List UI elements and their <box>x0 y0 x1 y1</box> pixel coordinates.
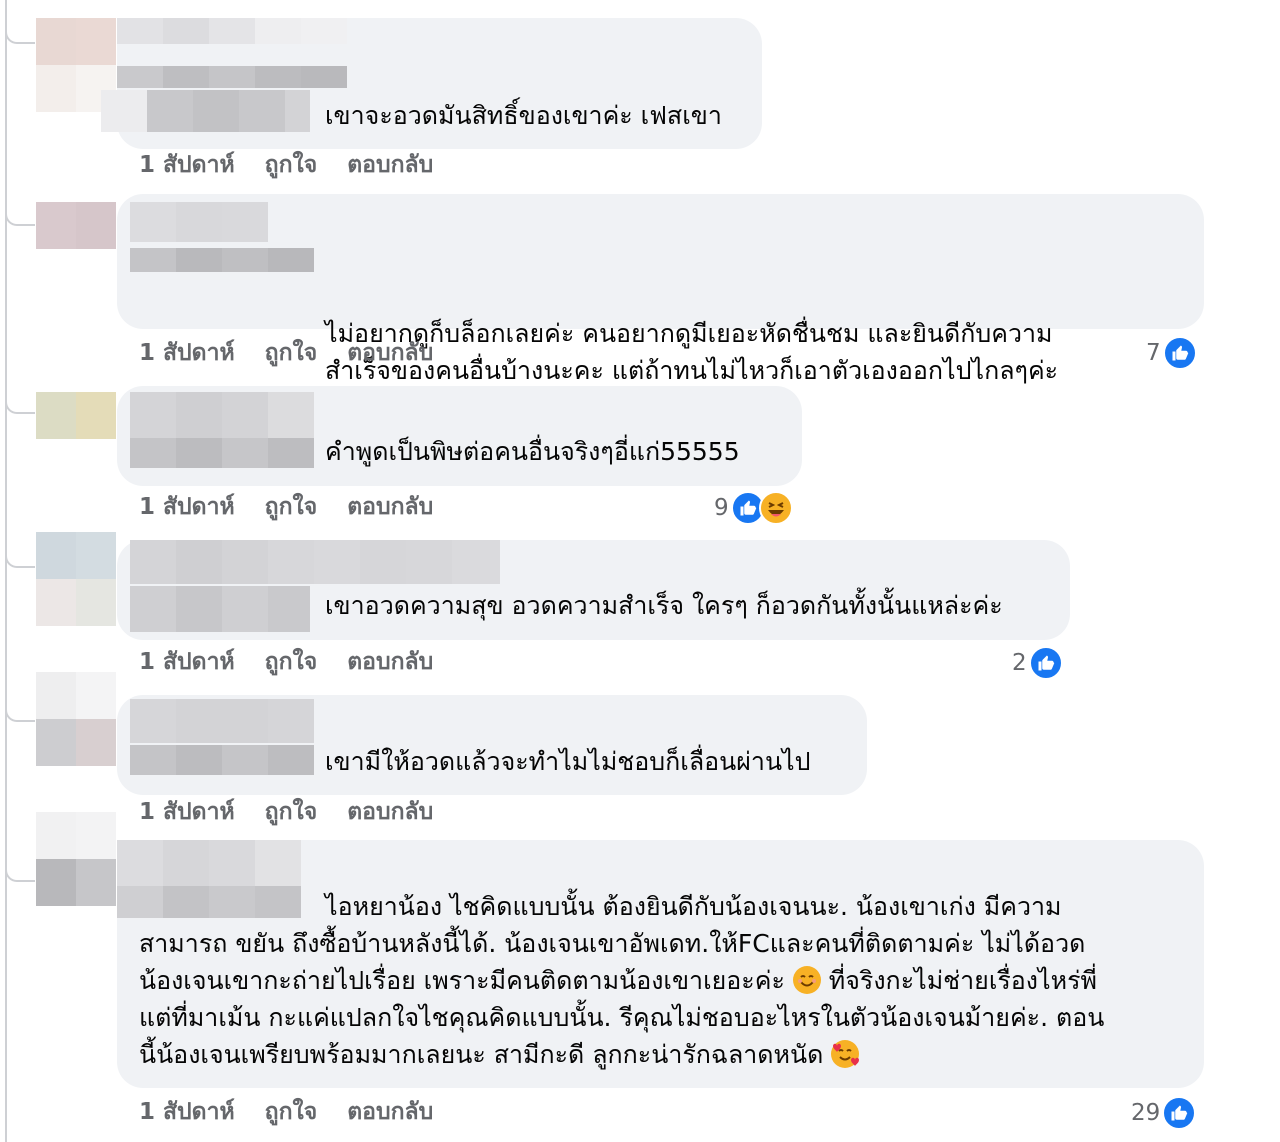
comment-text-segment: น้องเจนเขากะถ่ายไปเรื่อย เพราะมีคนติดตาม… <box>139 966 793 995</box>
comment-text: เขาอวดความสุข อวดความสำเร็จ ใครๆ ก็อวดกั… <box>325 591 1003 620</box>
comment-actions: 1 สัปดาห์ ถูกใจ ตอบกลับ <box>139 647 433 677</box>
comment-thread: เขาจะอวดมันสิทธิ์ของเขาค่ะ เฟสเขา 1 สัปด… <box>0 0 1280 1142</box>
comment-actions: 1 สัปดาห์ ถูกใจ ตอบกลับ <box>139 150 433 180</box>
like-icon <box>1028 646 1063 680</box>
smiling-face-icon <box>792 966 821 994</box>
text-blurred <box>101 90 310 132</box>
timestamp[interactable]: 1 สัปดาห์ <box>139 1097 235 1127</box>
avatar[interactable] <box>36 202 116 249</box>
author-name-blurred[interactable] <box>130 202 268 242</box>
reply-button[interactable]: ตอบกลับ <box>347 492 433 522</box>
comment-bubble: ไอหยาน้อง ไชคิดแบบนั้น ต้องยินดีกับน้องเ… <box>117 840 1204 1088</box>
author-name-blurred[interactable] <box>117 18 347 44</box>
comment-bubble: ไม่อยากดูก็บล็อกเลยค่ะ คนอยากดูมีเยอะหัด… <box>117 194 1204 385</box>
timestamp[interactable]: 1 สัปดาห์ <box>139 338 235 368</box>
thread-branch <box>5 860 35 882</box>
like-button[interactable]: ถูกใจ <box>265 797 318 827</box>
text-blurred <box>130 586 310 632</box>
comment-text-line-4: แต่ที่มาเม้น กะแค่แปลกใจไชคุณคิดแบบนั้น.… <box>139 1003 1105 1032</box>
comment-bubble: เขามีให้อวดแล้วจะทำไมไม่ชอบก็เลื่อนผ่านไ… <box>117 695 867 795</box>
like-button[interactable]: ถูกใจ <box>265 1097 318 1127</box>
author-name-blurred[interactable] <box>130 540 500 584</box>
author-name-blurred <box>130 438 314 468</box>
comment-text-segment: นี้น้องเจนเพรียบพร้อมมากเลยนะ สามีกะดี ล… <box>139 1040 832 1069</box>
reply-button[interactable]: ตอบกลับ <box>347 797 433 827</box>
thread-branch <box>5 700 35 722</box>
comment-text-segment: ที่จริงกะไม่ช่ายเรื่องไหร่พี่ <box>820 966 1097 995</box>
avatar[interactable] <box>36 392 116 439</box>
reaction-count: 9 <box>714 495 729 521</box>
comment-text: คำพูดเป็นพิษต่อคนอื่นจริงๆอี่แก่55555 <box>325 437 740 466</box>
thread-branch <box>5 22 35 44</box>
reply-button[interactable]: ตอบกลับ <box>347 150 433 180</box>
timestamp[interactable]: 1 สัปดาห์ <box>139 492 235 522</box>
thread-branch <box>5 204 35 226</box>
comment-text-body: ไม่อยากดูก็บล็อกเลยค่ะ คนอยากดูมีเยอะหัด… <box>325 319 1059 385</box>
thread-line <box>5 0 7 1142</box>
thread-branch <box>5 546 35 568</box>
comment-text-line-3: น้องเจนเขากะถ่ายไปเรื่อย เพราะมีคนติดตาม… <box>139 962 1182 999</box>
like-button[interactable]: ถูกใจ <box>265 150 318 180</box>
author-name-blurred[interactable] <box>130 392 314 438</box>
like-icon <box>1162 336 1197 370</box>
like-button[interactable]: ถูกใจ <box>265 492 318 522</box>
reaction-count: 29 <box>1131 1100 1161 1126</box>
author-name-blurred[interactable] <box>117 840 301 886</box>
reaction-summary[interactable]: 9 <box>714 491 793 525</box>
comment-text: เขามีให้อวดแล้วจะทำไมไม่ชอบก็เลื่อนผ่านไ… <box>325 747 811 776</box>
comment-text: เขาจะอวดมันสิทธิ์ของเขาค่ะ เฟสเขา <box>325 101 722 130</box>
like-icon <box>1162 1096 1197 1130</box>
comment-text-line-2: สามารถ ขยัน ถึงซื้อบ้านหลังนี้ได้. น้องเ… <box>139 929 1086 958</box>
avatar[interactable] <box>36 532 116 626</box>
author-name-blurred <box>117 66 347 88</box>
reaction-count: 7 <box>1146 340 1161 366</box>
comment-actions: 1 สัปดาห์ ถูกใจ ตอบกลับ <box>139 1097 433 1127</box>
thread-branch <box>5 392 35 414</box>
comment-actions: 1 สัปดาห์ ถูกใจ ตอบกลับ <box>139 797 433 827</box>
author-name-blurred[interactable] <box>130 699 314 743</box>
reply-button[interactable]: ตอบกลับ <box>347 1097 433 1127</box>
comment-bubble: คำพูดเป็นพิษต่อคนอื่นจริงๆอี่แก่55555 <box>117 386 802 486</box>
timestamp[interactable]: 1 สัปดาห์ <box>139 150 235 180</box>
reply-button[interactable]: ตอบกลับ <box>347 338 433 368</box>
avatar[interactable] <box>36 672 116 766</box>
comment-bubble: เขาอวดความสุข อวดความสำเร็จ ใครๆ ก็อวดกั… <box>117 540 1070 640</box>
comment-actions: 1 สัปดาห์ ถูกใจ ตอบกลับ <box>139 338 433 368</box>
comment-text-line-1: ไอหยาน้อง ไชคิดแบบนั้น ต้องยินดีกับน้องเ… <box>325 892 1062 921</box>
like-button[interactable]: ถูกใจ <box>265 647 318 677</box>
like-button[interactable]: ถูกใจ <box>265 338 318 368</box>
reaction-count: 2 <box>1012 650 1027 676</box>
author-name-blurred <box>117 886 301 918</box>
comment-text-line-5: นี้น้องเจนเพรียบพร้อมมากเลยนะ สามีกะดี ล… <box>139 1036 1182 1073</box>
smiling-face-with-hearts-icon <box>831 1040 860 1068</box>
reaction-summary[interactable]: 29 <box>1131 1096 1197 1130</box>
comment-bubble: เขาจะอวดมันสิทธิ์ของเขาค่ะ เฟสเขา <box>101 18 762 149</box>
reaction-summary[interactable]: 2 <box>1012 646 1063 680</box>
author-name-blurred <box>130 248 314 272</box>
comment-actions: 1 สัปดาห์ ถูกใจ ตอบกลับ <box>139 492 433 522</box>
reply-button[interactable]: ตอบกลับ <box>347 647 433 677</box>
avatar[interactable] <box>36 812 116 906</box>
haha-icon <box>758 491 793 525</box>
timestamp[interactable]: 1 สัปดาห์ <box>139 797 235 827</box>
timestamp[interactable]: 1 สัปดาห์ <box>139 647 235 677</box>
reaction-summary[interactable]: 7 <box>1146 336 1197 370</box>
author-name-blurred <box>130 745 314 775</box>
